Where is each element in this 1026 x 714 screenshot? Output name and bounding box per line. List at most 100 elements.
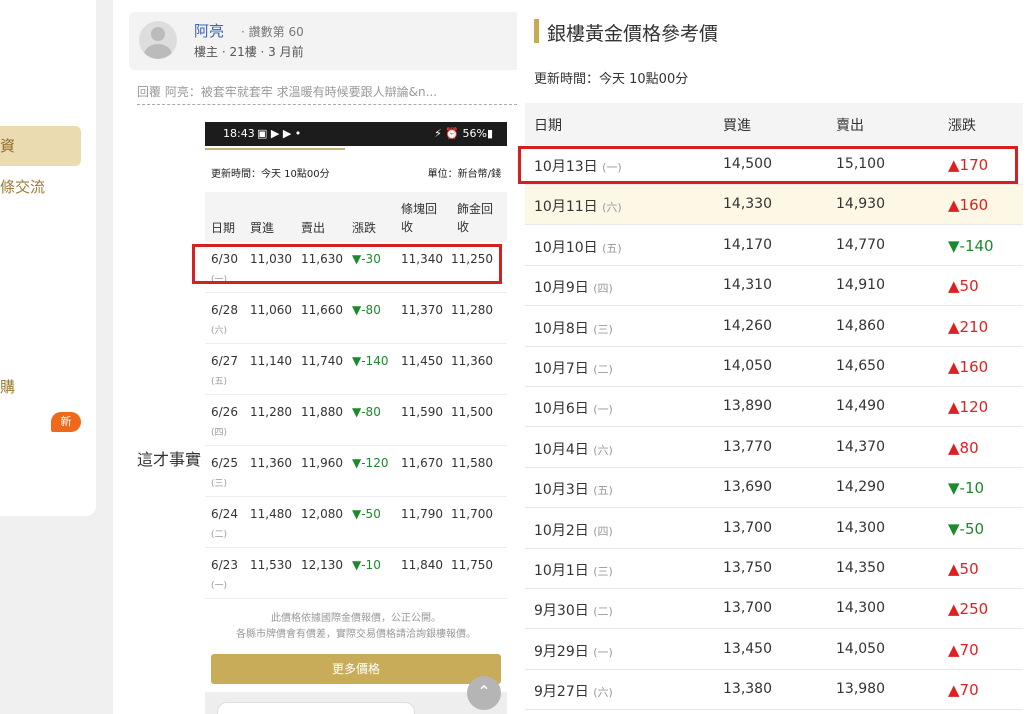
cell-sell: 14,860 — [836, 317, 885, 334]
cell-change: ▲250 — [948, 600, 989, 619]
date-text: 10月2日 — [534, 522, 589, 539]
weekday-text: (二) — [593, 605, 613, 619]
cell-buy: 13,700 — [723, 600, 772, 617]
ph-header-date: 日期 — [211, 221, 236, 235]
cell-date: 10月4日 (六) — [534, 439, 613, 459]
date-text: 9月30日 — [534, 603, 589, 620]
price-table-row: 9月27日 (六) 13,380 13,980 ▲70 — [525, 670, 1023, 711]
cell-change: ▲120 — [948, 398, 989, 417]
cell-change: ▲50 — [948, 560, 979, 578]
phone-cell-change: ▼-120 — [352, 456, 389, 470]
post-info: 樓主 · 21樓 · 3 月前 — [194, 45, 304, 59]
price-table-row: 9月29日 (一) 13,450 14,050 ▲70 — [525, 630, 1023, 670]
cell-change: ▲160 — [948, 196, 989, 215]
date-text: 10月8日 — [534, 320, 589, 337]
price-table-row: 10月8日 (三) 14,260 14,860 ▲210 — [525, 307, 1023, 347]
cell-buy: 13,890 — [723, 398, 772, 415]
price-table-row: 10月1日 (三) 13,750 14,350 ▲50 — [525, 549, 1023, 589]
sidebar-item-purchase[interactable]: 購 — [0, 376, 15, 397]
chevron-up-icon[interactable]: ⌃ — [467, 676, 501, 710]
cell-sell: 14,910 — [836, 277, 885, 294]
weekday-text: (二) — [593, 363, 613, 376]
header-date: 日期 — [534, 118, 562, 134]
phone-cell-jewel: 11,500 — [451, 405, 493, 419]
phone-time: 18:43 — [223, 127, 255, 140]
sidebar-item-exchange[interactable]: 條交流 — [0, 176, 45, 197]
cell-date: 9月27日 (六) — [534, 681, 613, 701]
sidebar-item-active[interactable]: 資 — [0, 126, 81, 166]
author-meta: · 讚數第 60 — [241, 25, 304, 39]
phone-cell-jewel: 11,750 — [451, 558, 493, 572]
weekday-text: (四) — [593, 524, 613, 538]
phone-cell-bar: 11,670 — [401, 456, 443, 470]
weekday-text: (六) — [593, 686, 613, 700]
phone-cell-date: 6/25 — [211, 456, 238, 470]
date-text: 10月3日 — [534, 482, 589, 499]
price-table-row: 10月9日 (四) 14,310 14,910 ▲50 — [525, 266, 1023, 307]
phone-table-header: 日期 買進 賣出 漲跌 條塊回收 飾金回收 — [205, 192, 507, 242]
phone-cell-weekday: (一) — [211, 581, 228, 591]
ph-header-sell: 賣出 — [301, 221, 326, 235]
phone-cell-buy: 11,530 — [250, 558, 292, 572]
cell-date: 10月10日 (五) — [534, 237, 622, 257]
tab-underline — [205, 148, 345, 150]
phone-cell-bar: 11,790 — [401, 507, 443, 521]
header-buy: 買進 — [723, 118, 751, 134]
cell-buy: 14,170 — [723, 236, 772, 253]
cell-date: 10月8日 (三) — [534, 318, 613, 338]
phone-cell-weekday: (六) — [211, 326, 228, 336]
reply-quote[interactable]: 回覆 阿亮：被套牢就套牢 求溫暖有時候要跟人辯論&n... — [137, 83, 517, 100]
more-prices-button[interactable]: 更多價格 — [211, 654, 501, 684]
embedded-phone-screenshot[interactable]: 18:43 ▣ ▶ ▶ • ⚡ ⏰ 56%▮ 更新時間：今天 10點00分 單位… — [205, 122, 507, 714]
cell-buy: 13,450 — [723, 640, 772, 657]
cell-date: 10月1日 (三) — [534, 560, 613, 580]
cell-sell: 13,980 — [836, 681, 885, 698]
cell-date: 10月9日 (四) — [534, 277, 613, 297]
cell-buy: 13,770 — [723, 438, 772, 455]
weekday-text: (三) — [593, 322, 613, 336]
date-text: 9月29日 — [534, 643, 589, 660]
phone-cell-date: 6/26 — [211, 405, 238, 419]
cell-date: 9月29日 (一) — [534, 641, 613, 661]
phone-cell-bar: 11,370 — [401, 303, 443, 317]
weekday-text: (五) — [602, 241, 622, 255]
cell-sell: 14,290 — [836, 479, 885, 496]
phone-table-row: 6/28 11,060 11,660 ▼-80 11,370 11,280 (六) — [205, 293, 507, 344]
cell-sell: 14,050 — [836, 640, 885, 657]
cell-sell: 14,770 — [836, 236, 885, 253]
highlight-box — [518, 146, 1018, 184]
date-text: 10月10日 — [534, 239, 598, 256]
date-text: 10月11日 — [534, 199, 598, 216]
left-sidebar: 資 條交流 購 新 — [0, 0, 96, 516]
cell-change: ▼-140 — [948, 236, 994, 255]
cell-change: ▲70 — [948, 640, 979, 659]
date-text: 10月9日 — [534, 280, 589, 297]
cell-sell: 14,300 — [836, 600, 885, 617]
divider — [137, 104, 517, 105]
phone-cell-bar: 11,450 — [401, 354, 443, 368]
cell-buy: 13,380 — [723, 681, 772, 698]
cell-sell: 14,370 — [836, 438, 885, 455]
phone-cell-buy: 11,060 — [250, 303, 292, 317]
weekday-text: (六) — [593, 443, 613, 457]
price-table-header: 日期 買進 賣出 漲跌 — [525, 103, 1023, 145]
cell-change: ▲160 — [948, 358, 989, 376]
price-table-row: 10月10日 (五) 14,170 14,770 ▼-140 — [525, 226, 1023, 266]
battery-icon: ⚡ ⏰ 56%▮ — [434, 127, 493, 140]
author-name[interactable]: 阿亮 — [194, 20, 224, 41]
price-table-row: 10月7日 (二) 14,050 14,650 ▲160 — [525, 347, 1023, 387]
cell-date: 10月2日 (四) — [534, 520, 613, 540]
phone-table-row: 6/25 11,360 11,960 ▼-120 11,670 11,580 (三) — [205, 446, 507, 497]
phone-cell-sell: 12,080 — [301, 507, 343, 521]
avatar[interactable] — [139, 21, 177, 59]
phone-cell-date: 6/24 — [211, 507, 238, 521]
new-badge: 新 — [51, 412, 81, 432]
phone-status-bar: 18:43 ▣ ▶ ▶ • ⚡ ⏰ 56%▮ — [205, 122, 507, 146]
price-table-row: 10月11日 (六) 14,330 14,930 ▲160 — [525, 185, 1023, 226]
cell-change: ▼-50 — [948, 519, 985, 538]
price-update-time: 更新時間：今天 10點00分 — [534, 72, 689, 87]
ph-header-buy: 買進 — [250, 221, 275, 235]
cell-buy: 13,690 — [723, 479, 772, 496]
phone-cell-bar: 11,840 — [401, 558, 443, 572]
cell-date: 10月6日 (一) — [534, 398, 613, 418]
